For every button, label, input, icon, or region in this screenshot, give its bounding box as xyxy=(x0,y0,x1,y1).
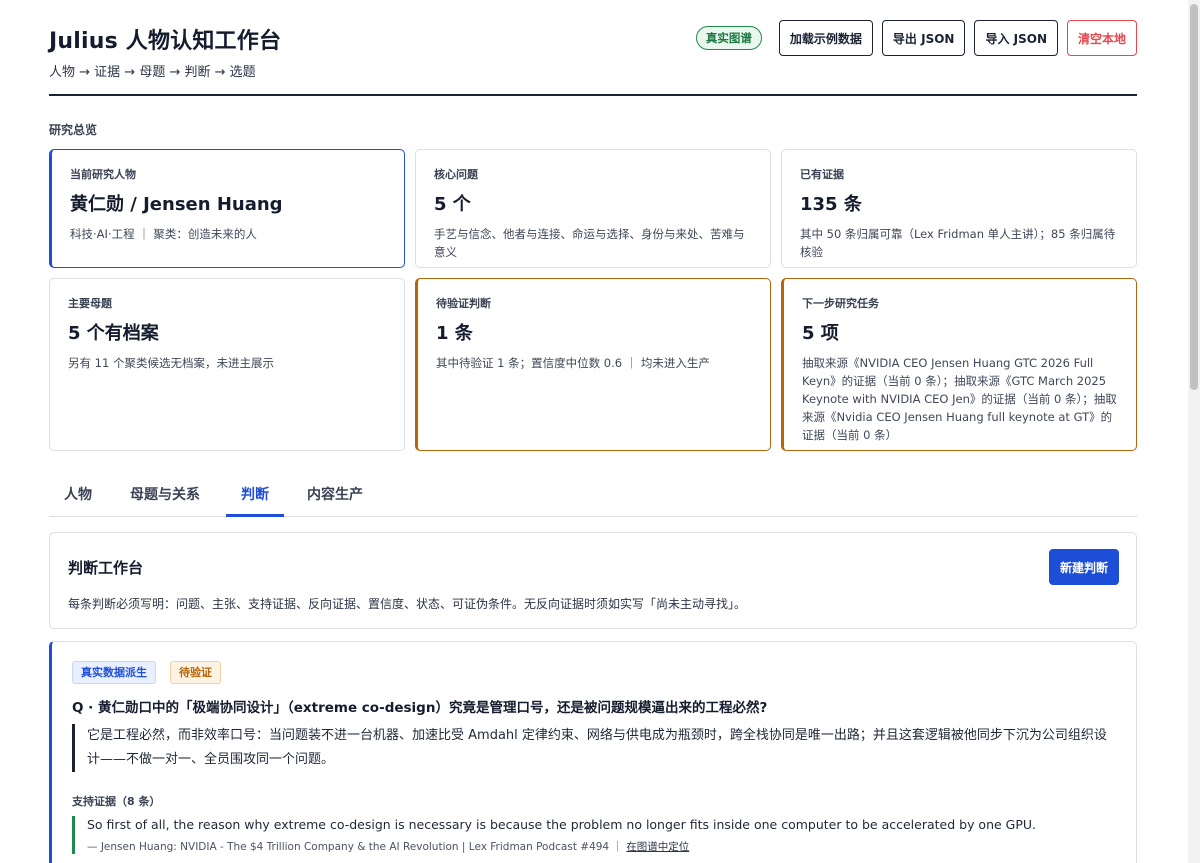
card-label: 当前研究人物 xyxy=(70,168,136,181)
card-desc: 抽取来源《NVIDIA CEO Jensen Huang GTC 2026 Fu… xyxy=(802,356,1117,442)
app-title: Julius 人物认知工作台 xyxy=(49,29,282,54)
judgment-question: Q · 黄仁勋口中的「极端协同设计」（extreme co-design）究竟是… xyxy=(72,700,768,716)
evidence-source-line: — Jensen Huang: NVIDIA - The $4 Trillion… xyxy=(87,839,1112,854)
workbench-desc: 每条判断必须写明：问题、主张、支持证据、反向证据、置信度、状态、可证伪条件。无反… xyxy=(68,597,747,611)
header: Julius 人物认知工作台 人物 → 证据 → 母题 → 判断 → 选题 真实… xyxy=(49,0,1137,96)
new-judgment-button[interactable]: 新建判断 xyxy=(1048,549,1119,585)
real-graph-badge: 真实图谱 xyxy=(695,26,762,50)
card-value: 135 条 xyxy=(800,194,862,215)
card-label: 已有证据 xyxy=(800,168,844,181)
tab-content-production[interactable]: 内容生产 xyxy=(292,476,378,517)
card-next-tasks: 下一步研究任务 5 项 抽取来源《NVIDIA CEO Jensen Huang… xyxy=(781,278,1137,451)
workbench-title: 判断工作台 xyxy=(68,559,144,577)
card-value: 5 项 xyxy=(802,323,839,344)
card-value: 5 个 xyxy=(434,194,471,215)
tab-person[interactable]: 人物 xyxy=(49,476,107,517)
card-desc: 另有 11 个聚类候选无档案，未进主展示 xyxy=(68,356,274,370)
load-sample-button[interactable]: 加载示例数据 xyxy=(778,20,873,56)
card-core-questions: 核心问题 5 个 手艺与信念、他者与连接、命运与选择、身份与来处、苦难与意义 xyxy=(415,149,771,268)
evidence-quote: So first of all, the reason why extreme … xyxy=(87,817,1037,832)
clear-local-button[interactable]: 清空本地 xyxy=(1066,20,1137,56)
judgment-badges: 真实数据派生 待验证 xyxy=(72,661,235,684)
source-badge: 真实数据派生 xyxy=(72,661,156,684)
card-desc: 手艺与信念、他者与连接、命运与选择、身份与来处、苦难与意义 xyxy=(434,227,745,259)
card-label: 主要母题 xyxy=(68,297,112,310)
card-desc: 科技·AI·工程 ｜ 聚类：创造未来的人 xyxy=(70,227,257,241)
tab-bar: 人物 母题与关系 判断 内容生产 xyxy=(49,476,1137,517)
evidence-source: — Jensen Huang: NVIDIA - The $4 Trillion… xyxy=(87,841,610,853)
status-badge: 待验证 xyxy=(170,661,221,684)
card-value: 1 条 xyxy=(436,323,473,344)
card-label: 下一步研究任务 xyxy=(802,297,879,310)
tab-motifs-relations[interactable]: 母题与关系 xyxy=(115,476,215,517)
card-label: 待验证判断 xyxy=(436,297,491,310)
judgment-card: 真实数据派生 待验证 Q · 黄仁勋口中的「极端协同设计」（extreme co… xyxy=(49,641,1137,863)
card-motifs: 主要母题 5 个有档案 另有 11 个聚类候选无档案，未进主展示 xyxy=(49,278,405,451)
overview-label: 研究总览 xyxy=(49,123,98,137)
scrollbar-thumb[interactable] xyxy=(1190,4,1198,390)
card-value: 黄仁勋 / Jensen Huang xyxy=(70,194,283,215)
tab-judgments[interactable]: 判断 xyxy=(226,476,284,517)
judgment-claim: 它是工程必然，而非效率口号：当问题装不进一台机器、加速比受 Amdahl 定律约… xyxy=(72,724,1112,772)
card-desc: 其中待验证 1 条；置信度中位数 0.6 ｜ 均未进入生产 xyxy=(436,356,710,370)
page: Julius 人物认知工作台 人物 → 证据 → 母题 → 判断 → 选题 真实… xyxy=(49,0,1137,863)
scrollbar[interactable] xyxy=(1188,0,1200,863)
judgment-workbench: 判断工作台 每条判断必须写明：问题、主张、支持证据、反向证据、置信度、状态、可证… xyxy=(49,532,1137,629)
breadcrumb: 人物 → 证据 → 母题 → 判断 → 选题 xyxy=(49,65,256,80)
card-pending-judgments: 待验证判断 1 条 其中待验证 1 条；置信度中位数 0.6 ｜ 均未进入生产 xyxy=(415,278,771,451)
source-separator: ｜ xyxy=(612,841,623,853)
import-json-button[interactable]: 导入 JSON xyxy=(974,20,1058,56)
card-current-person: 当前研究人物 黄仁勋 / Jensen Huang 科技·AI·工程 ｜ 聚类：… xyxy=(49,149,405,268)
card-desc: 其中 50 条归属可靠（Lex Fridman 单人主讲）；85 条归属待核验 xyxy=(800,227,1116,259)
evidence-item: So first of all, the reason why extreme … xyxy=(72,816,1112,854)
card-value: 5 个有档案 xyxy=(68,323,159,344)
header-actions: 真实图谱 加载示例数据 导出 JSON 导入 JSON 清空本地 xyxy=(695,20,1137,56)
card-label: 核心问题 xyxy=(434,168,478,181)
support-evidence-label: 支持证据（8 条） xyxy=(72,795,161,808)
card-evidence: 已有证据 135 条 其中 50 条归属可靠（Lex Fridman 单人主讲）… xyxy=(781,149,1137,268)
export-json-button[interactable]: 导出 JSON xyxy=(881,20,966,56)
locate-in-graph-link[interactable]: 在图谱中定位 xyxy=(626,841,689,853)
